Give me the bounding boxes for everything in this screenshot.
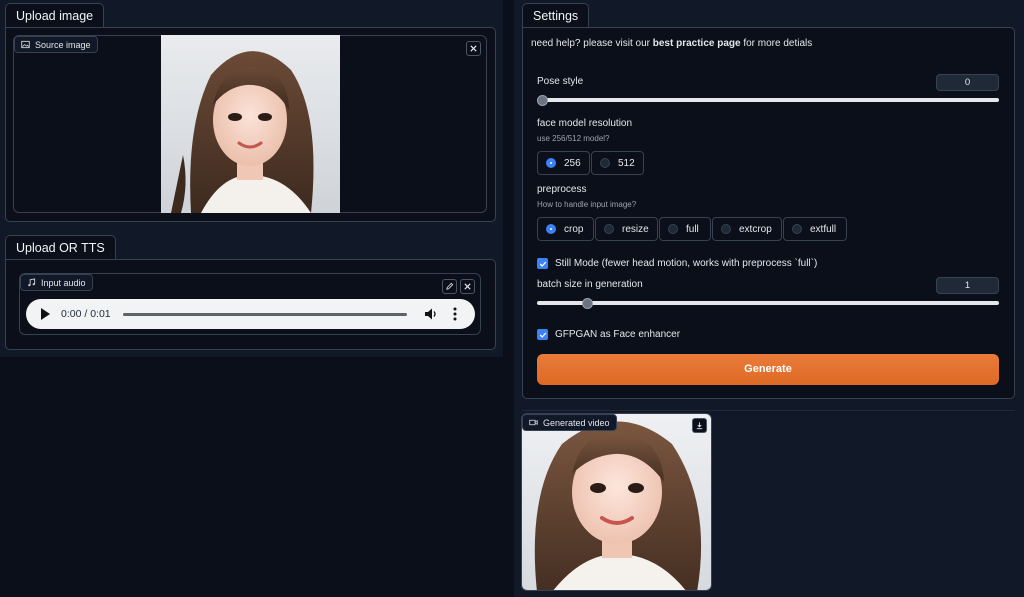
close-icon — [464, 283, 471, 290]
preprocess-option-resize[interactable]: resize — [595, 217, 658, 241]
generated-video-frame — [522, 414, 711, 590]
radio-unselected-icon — [604, 224, 614, 234]
radio-selected-icon — [546, 224, 556, 234]
download-icon — [696, 422, 703, 430]
clear-source-image-button[interactable] — [466, 41, 481, 56]
generated-video-label-text: Generated video — [543, 417, 610, 428]
batch-size-label: batch size in generation — [537, 279, 643, 290]
pose-style-label: Pose style — [537, 76, 584, 87]
preprocess-option-full-label: full — [686, 223, 699, 235]
music-note-icon — [28, 278, 36, 287]
preprocess-option-crop-label: crop — [564, 223, 584, 235]
volume-icon[interactable] — [424, 307, 438, 321]
source-image — [161, 35, 340, 213]
still-mode-label: Still Mode (fewer head motion, works wit… — [555, 258, 818, 269]
portrait-illustration — [161, 35, 340, 213]
video-camera-icon — [529, 419, 538, 426]
radio-unselected-icon — [668, 224, 678, 234]
gfpgan-checkbox[interactable] — [537, 329, 548, 340]
preprocess-option-crop[interactable]: crop — [537, 217, 594, 241]
audio-time: 0:00 / 0:01 — [61, 308, 111, 320]
close-icon — [470, 45, 477, 52]
still-mode-checkbox[interactable] — [537, 258, 548, 269]
radio-selected-icon — [546, 158, 556, 168]
face-model-option-512[interactable]: 512 — [591, 151, 644, 175]
source-image-label-text: Source image — [35, 39, 91, 50]
help-text-prefix: need help? please visit our — [531, 38, 653, 49]
face-model-sublabel: use 256/512 model? — [537, 134, 610, 143]
input-audio-label: Input audio — [20, 274, 93, 291]
tab-upload-image[interactable]: Upload image — [5, 3, 105, 28]
face-model-option-256[interactable]: 256 — [537, 151, 590, 175]
batch-size-input[interactable]: 1 — [936, 277, 999, 294]
tab-settings[interactable]: Settings — [522, 3, 590, 28]
image-icon — [21, 40, 30, 49]
preprocess-option-extcrop-label: extcrop — [739, 223, 772, 235]
face-model-option-256-label: 256 — [564, 157, 581, 169]
gfpgan-label: GFPGAN as Face enhancer — [555, 329, 681, 340]
face-model-option-512-label: 512 — [618, 157, 635, 169]
tab-upload-or-tts[interactable]: Upload OR TTS — [5, 235, 116, 260]
clear-audio-button[interactable] — [460, 279, 475, 294]
generated-video-label: Generated video — [522, 414, 617, 431]
generate-button[interactable]: Generate — [537, 354, 999, 385]
preprocess-option-extfull[interactable]: extfull — [783, 217, 847, 241]
generated-video-box[interactable] — [521, 413, 712, 591]
input-audio-label-text: Input audio — [41, 277, 86, 288]
pencil-icon — [446, 282, 454, 290]
checkmark-icon — [539, 261, 546, 267]
more-options-icon[interactable] — [453, 307, 457, 321]
preprocess-sublabel: How to handle input image? — [537, 200, 637, 209]
preprocess-option-extcrop[interactable]: extcrop — [712, 217, 782, 241]
help-text-suffix: for more detials — [740, 38, 813, 49]
face-model-label: face model resolution — [537, 118, 633, 129]
edit-audio-button[interactable] — [442, 279, 457, 294]
radio-unselected-icon — [600, 158, 610, 168]
download-video-button[interactable] — [692, 418, 707, 433]
batch-size-slider-track[interactable] — [537, 301, 999, 305]
preprocess-option-extfull-label: extfull — [810, 223, 837, 235]
play-icon[interactable] — [41, 308, 50, 320]
section-divider — [522, 410, 1015, 411]
preprocess-option-resize-label: resize — [622, 223, 649, 235]
best-practice-link[interactable]: best practice page — [653, 38, 741, 49]
source-image-label: Source image — [14, 36, 98, 53]
audio-progress-track[interactable] — [123, 313, 407, 316]
pose-style-slider-track[interactable] — [537, 98, 999, 102]
pose-style-slider-thumb[interactable] — [537, 95, 548, 106]
checkmark-icon — [539, 332, 546, 338]
preprocess-label: preprocess — [537, 184, 587, 195]
pose-style-input[interactable]: 0 — [936, 74, 999, 91]
radio-unselected-icon — [792, 224, 802, 234]
help-text: need help? please visit our best practic… — [531, 38, 812, 49]
radio-unselected-icon — [721, 224, 731, 234]
preprocess-option-full[interactable]: full — [659, 217, 711, 241]
audio-player: 0:00 / 0:01 — [26, 299, 475, 329]
